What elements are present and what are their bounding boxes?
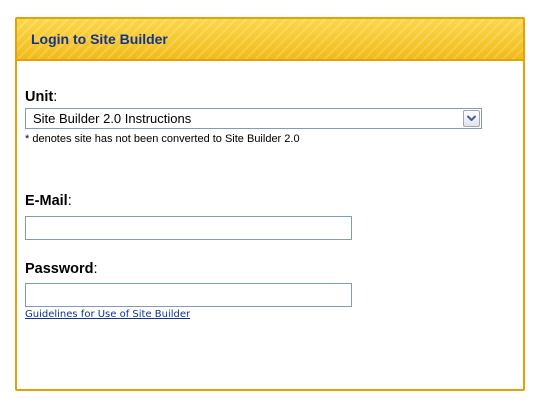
unit-label-text: Unit <box>25 89 54 105</box>
login-panel: Login to Site Builder <box>15 17 525 391</box>
unit-note: * denotes site has not been converted to… <box>25 133 300 145</box>
email-label-text: E-Mail <box>25 193 68 209</box>
panel-title: Login to Site Builder <box>31 31 168 47</box>
password-label-text: Password <box>25 261 94 277</box>
unit-dropdown-button[interactable] <box>463 110 480 127</box>
email-label-colon: : <box>67 193 72 209</box>
unit-label-colon: : <box>53 89 58 105</box>
guidelines-link[interactable]: Guidelines for Use of Site Builder <box>25 309 190 320</box>
password-label: Password: <box>25 261 98 277</box>
email-label: E-Mail: <box>25 193 72 209</box>
unit-select[interactable]: Site Builder 2.0 Instructions <box>25 108 482 129</box>
password-label-colon: : <box>93 261 98 277</box>
panel-header: Login to Site Builder <box>17 19 523 61</box>
unit-select-value: Site Builder 2.0 Instructions <box>33 111 192 126</box>
email-input[interactable] <box>25 216 352 240</box>
unit-label: Unit: <box>25 89 57 105</box>
chevron-down-icon <box>467 115 476 121</box>
password-input[interactable] <box>25 283 352 307</box>
